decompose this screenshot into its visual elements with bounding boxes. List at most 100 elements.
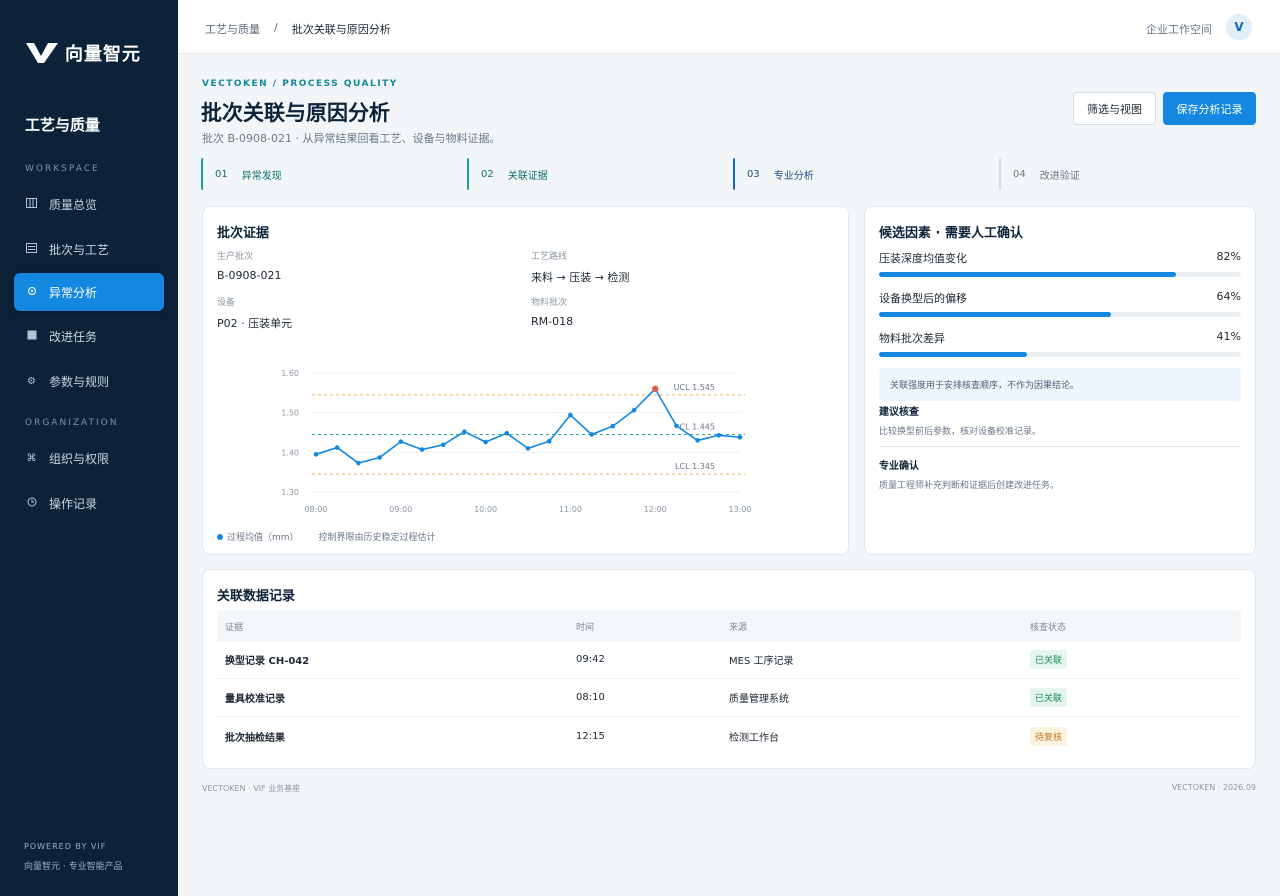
topbar: 工艺与质量 / 批次关联与原因分析 企业工作空间 V xyxy=(178,0,1280,54)
suggest-check-text: 比较换型前后参数，核对设备校准记录。 xyxy=(879,427,1042,437)
step-number: 04 xyxy=(1013,168,1026,180)
cell-evidence: 换型记录 CH-042 xyxy=(225,656,310,667)
sidebar-item-label: 异常分析 xyxy=(49,285,98,300)
cell-time: 08:10 xyxy=(576,692,605,703)
sidebar-item-improvement-tasks[interactable]: 改进任务 xyxy=(14,317,164,355)
data-point xyxy=(695,438,700,443)
breadcrumb-current: 批次关联与原因分析 xyxy=(291,23,391,36)
x-tick-label: 09:00 xyxy=(389,505,412,514)
step-number: 02 xyxy=(481,168,494,180)
control-limit-label: LCL 1.345 xyxy=(675,462,715,471)
factor-percent: 41% xyxy=(1216,330,1241,343)
divider xyxy=(879,446,1241,447)
cell-time: 12:15 xyxy=(576,730,605,742)
correlation-note: 关联强度用于安排核查顺序，不作为因果结论。 xyxy=(879,368,1241,401)
cell-status: 已关联 xyxy=(1030,650,1241,669)
gear-icon: ⚙ xyxy=(27,375,36,387)
logo-mark-icon xyxy=(26,43,58,63)
data-point xyxy=(504,430,510,436)
step-related-evidence[interactable]: 02 关联证据 xyxy=(467,158,729,190)
field-label-equipment: 设备 xyxy=(217,298,236,308)
field-label-material: 物料批次 xyxy=(531,298,568,308)
chart-legend: 过程均值（mm） 控制界限由历史稳定过程估计 xyxy=(217,530,436,543)
factor-label: 物料批次差异 xyxy=(879,332,945,345)
data-point xyxy=(716,432,722,438)
footer-right: VECTOKEN · 2026.09 xyxy=(1171,783,1256,792)
legend-series: 过程均值（mm） xyxy=(217,530,299,543)
field-value-route: 来料 → 压装 → 检测 xyxy=(531,271,630,284)
col-evidence[interactable]: 证据 xyxy=(217,620,576,633)
factor-bar-track xyxy=(879,352,1241,357)
step-improvement-verify[interactable]: 04 改进验证 xyxy=(999,158,1261,190)
cell-source: MES 工序记录 xyxy=(729,656,794,667)
expert-confirm-text: 质量工程师补充判断和证据后创建改进任务。 xyxy=(879,481,1060,491)
workspace-switcher[interactable]: 企业工作空间 xyxy=(1146,21,1212,37)
col-source[interactable]: 来源 xyxy=(729,620,1030,633)
cell-evidence: 批次抽检结果 xyxy=(225,732,285,744)
step-label: 专业分析 xyxy=(773,170,814,182)
target-icon xyxy=(26,286,37,299)
step-anomaly-found[interactable]: 01 异常发现 xyxy=(201,158,463,190)
y-tick-label: 1.40 xyxy=(281,448,299,457)
sidebar-item-operation-log[interactable]: 操作记录 xyxy=(14,484,164,522)
factor-bar-fill xyxy=(879,272,1176,277)
x-tick-label: 11:00 xyxy=(559,505,582,514)
field-value-material: RM-018 xyxy=(531,315,574,328)
sidebar-item-params-rules[interactable]: ⚙ 参数与规则 xyxy=(14,362,164,400)
legend-dot-icon xyxy=(217,534,223,540)
field-value-batch: B-0908-021 xyxy=(217,269,282,282)
sidebar-item-quality-overview[interactable]: 质量总览 xyxy=(14,185,164,223)
control-limit-label: CL 1.445 xyxy=(680,422,716,431)
cell-status: 待复核 xyxy=(1030,726,1241,746)
data-point xyxy=(631,407,637,413)
cell-evidence: 量具校准记录 xyxy=(225,694,285,705)
breadcrumb-separator: / xyxy=(274,21,278,34)
x-tick-label: 08:00 xyxy=(304,505,327,514)
brand-logo[interactable]: 向量智元 xyxy=(25,40,141,66)
legend-note: 控制界限由历史稳定过程估计 xyxy=(318,533,436,543)
status-badge: 已关联 xyxy=(1030,650,1068,669)
candidate-factors-title: 候选因素 · 需要人工确认 xyxy=(879,226,1023,241)
sidebar-item-label: 操作记录 xyxy=(49,496,98,511)
filter-view-button[interactable]: 筛选与视图 xyxy=(1073,92,1156,125)
status-badge: 待复核 xyxy=(1030,726,1068,746)
data-point xyxy=(610,423,616,429)
field-label-route: 工艺路线 xyxy=(531,252,568,262)
avatar[interactable]: V xyxy=(1226,14,1252,40)
step-expert-analysis[interactable]: 03 专业分析 xyxy=(733,158,995,190)
factor-bar-fill xyxy=(879,352,1028,357)
save-analysis-button[interactable]: 保存分析记录 xyxy=(1163,92,1256,125)
batch-evidence-title: 批次证据 xyxy=(217,226,270,241)
col-time[interactable]: 时间 xyxy=(576,620,729,633)
page-title: 批次关联与原因分析 xyxy=(201,101,390,125)
factor-bar-track xyxy=(879,312,1241,317)
table-row[interactable]: 换型记录 CH-042 09:42 MES 工序记录 已关联 xyxy=(217,641,1241,679)
x-tick-label: 12:00 xyxy=(644,505,667,514)
data-point xyxy=(589,432,594,437)
sidebar-item-label: 组织与权限 xyxy=(49,451,110,466)
square-icon xyxy=(26,330,37,343)
data-point xyxy=(737,434,743,440)
table-row[interactable]: 量具校准记录 08:10 质量管理系统 已关联 xyxy=(217,679,1241,717)
x-tick-label: 13:00 xyxy=(728,505,751,514)
field-value-equipment: P02 · 压装单元 xyxy=(217,317,293,330)
data-point xyxy=(525,446,531,451)
col-status[interactable]: 核查状态 xyxy=(1030,620,1241,633)
section-organization: ORGANIZATION xyxy=(25,418,119,428)
breadcrumb-parent[interactable]: 工艺与质量 xyxy=(205,21,260,37)
y-tick-label: 1.60 xyxy=(281,369,299,378)
sidebar: 向量智元 工艺与质量 WORKSPACE 质量总览 批次与工艺 异常分析 改进任… xyxy=(0,0,178,896)
status-badge: 已关联 xyxy=(1030,688,1068,707)
factor-percent: 82% xyxy=(1216,250,1241,263)
table-row[interactable]: 批次抽检结果 12:15 检测工作台 待复核 xyxy=(217,717,1241,755)
sidebar-item-batch-process[interactable]: 批次与工艺 xyxy=(14,230,164,268)
data-point xyxy=(334,445,340,450)
footer-left: VECTOKEN · VIF 业务基座 xyxy=(202,784,301,793)
factor-label: 设备换型后的偏移 xyxy=(879,292,967,305)
command-icon: ⌘ xyxy=(26,452,37,464)
factor-label: 压装深度均值变化 xyxy=(879,252,967,265)
x-tick-label: 10:00 xyxy=(474,505,497,514)
sidebar-item-org-permissions[interactable]: ⌘ 组织与权限 xyxy=(14,439,164,477)
cell-status: 已关联 xyxy=(1030,688,1241,707)
sidebar-item-anomaly-analysis[interactable]: 异常分析 xyxy=(14,273,164,311)
